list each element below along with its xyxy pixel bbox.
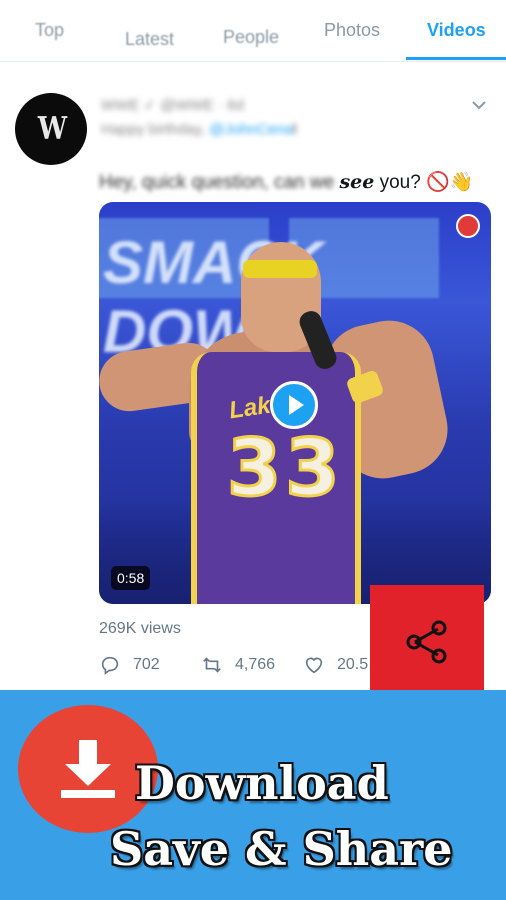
avatar[interactable]: W	[15, 93, 87, 165]
tab-latest[interactable]: Latest	[125, 29, 174, 50]
retweet-count: 4,766	[235, 656, 276, 673]
tab-top[interactable]: Top	[35, 20, 64, 41]
tweet-text-end: you? 🚫👋	[374, 172, 474, 193]
download-icon	[61, 740, 115, 798]
share-button[interactable]	[370, 585, 484, 698]
wwe-logo: W	[37, 111, 67, 147]
tab-photos[interactable]: Photos	[324, 20, 380, 41]
reply-icon	[101, 656, 119, 675]
tweet-text-main: Hey, quick question, can we	[99, 172, 340, 193]
reply-suffix: !	[292, 121, 297, 138]
retweet-icon	[203, 657, 221, 673]
mention-link[interactable]: @JohnCena	[209, 121, 293, 138]
video-duration: 0:58	[111, 566, 151, 590]
reply-prefix: Happy birthday,	[101, 121, 210, 138]
tweet-text-emphasis: see	[339, 171, 375, 193]
reply-button[interactable]: 702	[99, 654, 160, 676]
promo-subheadline: Save & Share	[110, 822, 453, 876]
network-badge-icon	[456, 214, 480, 238]
retweet-button[interactable]: 4,766	[201, 654, 275, 676]
chevron-down-icon[interactable]	[470, 96, 488, 114]
wrestler-headband	[243, 260, 317, 278]
reply-count: 702	[133, 656, 160, 673]
tweet-text: Hey, quick question, can we see you? 🚫👋	[99, 170, 473, 194]
active-tab-indicator	[406, 57, 506, 60]
tweet-video[interactable]: SMACK DOWN Lakers 33 0:58	[99, 202, 491, 604]
view-count: 269K views	[99, 620, 181, 637]
play-icon[interactable]	[270, 381, 318, 429]
jersey-number: 33	[226, 423, 344, 516]
tweet-actions: 702 4,766 20.5	[99, 654, 379, 678]
like-count: 20.5	[337, 656, 369, 673]
search-tabs: Top Latest People Photos Videos	[0, 0, 506, 62]
tweet-author[interactable]: WWE ✓ @WWE · 6d	[101, 96, 244, 114]
like-icon	[305, 657, 323, 674]
tab-videos[interactable]: Videos	[427, 20, 486, 41]
share-icon	[406, 620, 447, 663]
tab-people[interactable]: People	[223, 27, 279, 48]
reply-line: Happy birthday, @JohnCena!	[101, 121, 297, 138]
like-button[interactable]: 20.5	[303, 654, 368, 676]
promo-headline: Download	[135, 756, 389, 810]
